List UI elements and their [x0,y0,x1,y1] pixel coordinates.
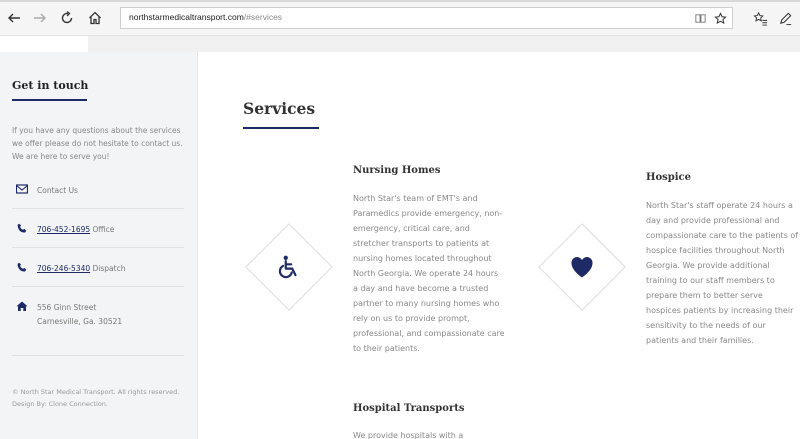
divider [12,247,184,248]
page-topbar-white [0,36,88,52]
home-icon [89,11,101,25]
services-section: Services Nursing Homes North Star's team… [199,52,800,439]
sidebar-title: Get in touch [12,79,89,92]
service-text-nursing-homes: North Star's team of EMT's and Paramedic… [353,194,505,353]
service-text-hospice: North Star's staff operate 24 hours a da… [646,201,799,345]
favorite-button[interactable] [713,11,727,25]
heart-icon [567,252,597,282]
page-title: Services [243,99,316,118]
refresh-button[interactable] [58,9,76,27]
office-label: Office [90,225,115,234]
divider [12,355,184,356]
url-host: northstarmedicaltransport.com [129,12,244,22]
address-bar[interactable]: northstarmedicaltransport.com/#services [120,7,733,29]
address-line1: 556 Ginn Street [37,303,97,312]
back-button[interactable] [5,9,23,27]
favorites-list-icon [752,11,767,26]
office-phone-link[interactable]: 706-452-1695 [37,225,90,234]
forward-arrow-icon [34,13,46,23]
service-text-hospital-transports: We provide hospitals with a [353,431,464,439]
forward-button[interactable] [31,9,49,27]
divider [12,286,184,287]
star-icon [713,11,727,24]
window-top-border [0,0,800,2]
refresh-icon [61,10,73,24]
sidebar-title-underline [12,99,87,101]
dispatch-label: Dispatch [90,264,126,273]
contact-sidebar: Get in touch If you have any questions a… [0,52,198,439]
envelope-icon [16,183,28,195]
phone-icon [16,222,28,234]
dispatch-phone-link[interactable]: 706-246-5340 [37,264,90,273]
phone-icon [16,261,28,273]
footer-copyright: © North Star Medical Transport. All righ… [12,388,180,408]
service-title-hospice: Hospice [646,172,691,183]
browser-toolbar: northstarmedicaltransport.com/#services [0,0,800,36]
home-button[interactable] [86,9,104,27]
sidebar-intro-text: If you have any questions about the serv… [12,126,183,161]
service-title-nursing-homes: Nursing Homes [353,165,441,176]
wheelchair-icon [274,252,304,282]
reading-view-icon [694,13,706,23]
web-note-button[interactable] [776,9,794,27]
favorites-hub-button[interactable] [751,9,769,27]
url-text[interactable]: northstarmedicaltransport.com/#services [129,12,282,22]
service-title-hospital-transports: Hospital Transports [353,403,465,414]
url-path: /#services [243,12,283,22]
back-arrow-icon [8,13,20,23]
reading-view-button[interactable] [693,11,707,25]
page-topbar [0,36,800,52]
divider [12,208,184,209]
address-line2: Carnesville, Ga. 30521 [37,317,123,326]
pen-icon [779,12,791,25]
contact-us-label: Contact Us [37,186,78,195]
home-address-icon [16,300,28,312]
title-underline [243,127,319,129]
